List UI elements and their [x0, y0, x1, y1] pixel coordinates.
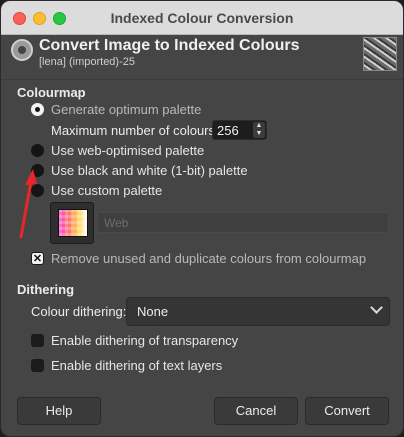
dithering-section-title: Dithering: [17, 282, 75, 297]
convert-button[interactable]: Convert: [305, 397, 389, 425]
palette-name-field[interactable]: Web: [97, 212, 389, 233]
dither-text-layers-checkbox[interactable]: [31, 358, 44, 372]
image-name: [lena] (imported)-25: [39, 56, 135, 68]
dither-transparency-label: Enable dithering of transparency: [51, 332, 239, 348]
dither-transparency-row[interactable]: Enable dithering of transparency: [31, 331, 238, 349]
remove-unused-label: Remove unused and duplicate colours from…: [51, 250, 367, 266]
radio-label: Generate optimum palette: [51, 101, 202, 117]
radio-web-palette[interactable]: Use web-optimised palette: [31, 141, 204, 159]
radio-button[interactable]: [31, 163, 44, 177]
max-colours-value: 256: [217, 123, 239, 138]
spin-arrows-icon[interactable]: ▲ ▼: [253, 122, 265, 138]
radio-button[interactable]: [31, 102, 44, 116]
colourmap-section-title: Colourmap: [17, 85, 86, 100]
titlebar: Indexed Colour Conversion: [1, 1, 403, 35]
dither-text-layers-row[interactable]: Enable dithering of text layers: [31, 356, 222, 374]
radio-bw-palette[interactable]: Use black and white (1-bit) palette: [31, 161, 248, 179]
dither-text-layers-label: Enable dithering of text layers: [51, 357, 223, 373]
radio-label: Use black and white (1-bit) palette: [51, 162, 248, 178]
chevron-down-icon: [370, 301, 383, 314]
convert-icon: [11, 39, 33, 61]
colour-dithering-value: None: [137, 304, 169, 319]
palette-select-button[interactable]: [50, 202, 94, 244]
cancel-button[interactable]: Cancel: [214, 397, 298, 425]
radio-label: Use web-optimised palette: [51, 142, 205, 158]
dialog-header: Convert Image to Indexed Colours [lena] …: [1, 35, 403, 75]
header-divider: [1, 79, 403, 80]
window-title: Indexed Colour Conversion: [110, 10, 294, 26]
radio-optimum-palette[interactable]: Generate optimum palette: [31, 100, 201, 118]
colour-dithering-dropdown[interactable]: None: [126, 297, 390, 326]
max-colours-label: Maximum number of colours:: [51, 123, 219, 138]
help-button[interactable]: Help: [17, 397, 101, 425]
dither-transparency-checkbox[interactable]: [31, 333, 44, 347]
arrow-shaft: [19, 179, 33, 239]
radio-button[interactable]: [31, 183, 44, 197]
remove-unused-checkbox-row[interactable]: ✕ Remove unused and duplicate colours fr…: [31, 249, 366, 267]
max-colours-spinbox[interactable]: 256 ▲ ▼: [212, 120, 267, 140]
colour-dithering-label: Colour dithering:: [31, 304, 127, 319]
dialog-title: Convert Image to Indexed Colours: [39, 37, 300, 54]
radio-custom-palette[interactable]: Use custom palette: [31, 181, 162, 199]
image-thumbnail: [363, 37, 397, 71]
palette-swatch-icon: [58, 209, 88, 237]
radio-button[interactable]: [31, 143, 44, 157]
indexed-colour-dialog: Indexed Colour Conversion Convert Image …: [0, 0, 404, 437]
remove-unused-checkbox[interactable]: ✕: [31, 251, 44, 265]
radio-label: Use custom palette: [51, 182, 163, 198]
